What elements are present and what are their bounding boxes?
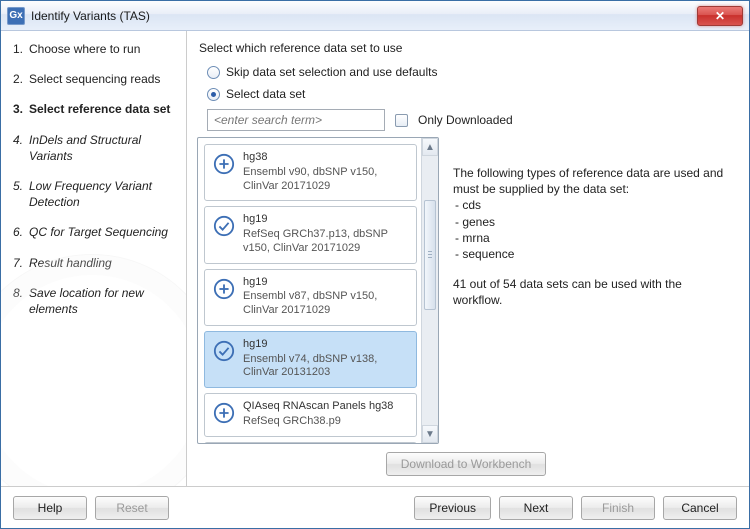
dataset-item[interactable]: hg19RefSeq GRCh37.p13, dbSNP v150, ClinV… bbox=[204, 206, 417, 263]
step-label: Result handling bbox=[29, 255, 112, 271]
wizard-step-4[interactable]: 4.InDels and Structural Variants bbox=[13, 132, 176, 164]
step-number: 1. bbox=[13, 41, 29, 57]
info-type: - mrna bbox=[455, 230, 729, 246]
plus-circle-icon bbox=[213, 153, 235, 175]
content-split: hg38Ensembl v90, dbSNP v150, ClinVar 201… bbox=[197, 137, 735, 444]
step-number: 5. bbox=[13, 178, 29, 210]
info-intro: The following types of reference data ar… bbox=[453, 165, 729, 197]
step-label: QC for Target Sequencing bbox=[29, 224, 168, 240]
dataset-name: hg19 bbox=[243, 213, 408, 227]
footer: Help Reset Previous Next Finish Cancel bbox=[1, 486, 749, 528]
dataset-list: hg38Ensembl v90, dbSNP v150, ClinVar 201… bbox=[197, 137, 439, 444]
step-label: Select sequencing reads bbox=[29, 71, 160, 87]
step-number: 4. bbox=[13, 132, 29, 164]
dataset-name: hg38 bbox=[243, 151, 408, 165]
dataset-item[interactable]: hg38Ensembl v90, dbSNP v150, ClinVar 201… bbox=[204, 144, 417, 201]
info-type: - genes bbox=[455, 214, 729, 230]
info-type: - cds bbox=[455, 197, 729, 213]
search-placeholder: <enter search term> bbox=[214, 113, 322, 127]
step-number: 8. bbox=[13, 285, 29, 317]
dialog-window: Gx Identify Variants (TAS) ✕ 1.Choose wh… bbox=[0, 0, 750, 529]
panel-heading: Select which reference data set to use bbox=[199, 41, 735, 55]
app-icon: Gx bbox=[7, 7, 25, 25]
plus-circle-icon bbox=[213, 278, 235, 300]
previous-button[interactable]: Previous bbox=[414, 496, 491, 520]
step-label: Low Frequency Variant Detection bbox=[29, 178, 176, 210]
finish-button[interactable]: Finish bbox=[581, 496, 655, 520]
wizard-step-3[interactable]: 3.Select reference data set bbox=[13, 101, 176, 117]
check-circle-icon bbox=[213, 340, 235, 362]
step-label: Select reference data set bbox=[29, 101, 170, 117]
scroll-up-icon[interactable]: ▲ bbox=[422, 138, 438, 156]
close-button[interactable]: ✕ bbox=[697, 6, 743, 26]
wizard-step-6[interactable]: 6.QC for Target Sequencing bbox=[13, 224, 176, 240]
dataset-item[interactable]: hg19Ensembl v87, dbSNP v150, ClinVar 201… bbox=[204, 269, 417, 326]
dataset-item[interactable]: QIAseq RNAscan Panels hg38RefSeq GRCh38.… bbox=[204, 393, 417, 437]
dialog-body: 1.Choose where to run 2.Select sequencin… bbox=[1, 31, 749, 486]
titlebar[interactable]: Gx Identify Variants (TAS) ✕ bbox=[1, 1, 749, 31]
wizard-step-2[interactable]: 2.Select sequencing reads bbox=[13, 71, 176, 87]
dataset-name: hg19 bbox=[243, 276, 408, 290]
reset-button[interactable]: Reset bbox=[95, 496, 169, 520]
search-input[interactable]: <enter search term> bbox=[207, 109, 385, 131]
radio-icon bbox=[207, 66, 220, 79]
next-button[interactable]: Next bbox=[499, 496, 573, 520]
step-number: 2. bbox=[13, 71, 29, 87]
dataset-desc: RefSeq GRCh37.p13, dbSNP v150, ClinVar 2… bbox=[243, 228, 408, 256]
dataset-desc: Ensembl v90, dbSNP v150, ClinVar 2017102… bbox=[243, 166, 408, 194]
dataset-name: hg19 bbox=[243, 338, 408, 352]
step-label: Save location for new elements bbox=[29, 285, 176, 317]
radio-label: Skip data set selection and use defaults bbox=[226, 65, 437, 79]
dataset-desc: Ensembl v87, dbSNP v150, ClinVar 2017102… bbox=[243, 290, 408, 318]
info-type: - sequence bbox=[455, 246, 729, 262]
scroll-thumb[interactable] bbox=[424, 200, 436, 310]
radio-select-dataset[interactable]: Select data set bbox=[207, 87, 735, 101]
close-icon: ✕ bbox=[715, 9, 725, 23]
main-panel: Select which reference data set to use S… bbox=[187, 31, 749, 486]
dataset-item[interactable]: hg19Ensembl v74, dbSNP v138, ClinVar 201… bbox=[204, 331, 417, 388]
search-row: <enter search term> Only Downloaded bbox=[207, 109, 735, 131]
step-label: Choose where to run bbox=[29, 41, 140, 57]
dataset-desc: RefSeq GRCh38.p9 bbox=[243, 415, 408, 429]
info-summary: 41 out of 54 data sets can be used with … bbox=[453, 276, 729, 308]
cancel-button[interactable]: Cancel bbox=[663, 496, 737, 520]
dataset-list-body[interactable]: hg38Ensembl v90, dbSNP v150, ClinVar 201… bbox=[198, 138, 421, 443]
help-button[interactable]: Help bbox=[13, 496, 87, 520]
download-row: Download to Workbench bbox=[197, 444, 735, 480]
info-panel: The following types of reference data ar… bbox=[445, 137, 735, 444]
wizard-steps: 1.Choose where to run 2.Select sequencin… bbox=[1, 31, 187, 486]
only-downloaded-checkbox[interactable] bbox=[395, 114, 408, 127]
wizard-step-7[interactable]: 7.Result handling bbox=[13, 255, 176, 271]
wizard-step-8[interactable]: 8.Save location for new elements bbox=[13, 285, 176, 317]
step-number: 7. bbox=[13, 255, 29, 271]
plus-circle-icon bbox=[213, 402, 235, 424]
dataset-item[interactable]: QIAseq DNA Panels hg19Ensembl v74 bbox=[204, 442, 417, 444]
only-downloaded-label: Only Downloaded bbox=[418, 113, 513, 127]
wizard-step-1[interactable]: 1.Choose where to run bbox=[13, 41, 176, 57]
scroll-down-icon[interactable]: ▼ bbox=[422, 425, 438, 443]
radio-icon bbox=[207, 88, 220, 101]
wizard-step-5[interactable]: 5.Low Frequency Variant Detection bbox=[13, 178, 176, 210]
step-number: 3. bbox=[13, 101, 29, 117]
check-circle-icon bbox=[213, 215, 235, 237]
radio-dot-icon bbox=[211, 92, 216, 97]
step-label: InDels and Structural Variants bbox=[29, 132, 176, 164]
radio-label: Select data set bbox=[226, 87, 305, 101]
step-number: 6. bbox=[13, 224, 29, 240]
scrollbar[interactable]: ▲ ▼ bbox=[421, 138, 438, 443]
dataset-name: QIAseq RNAscan Panels hg38 bbox=[243, 400, 408, 414]
window-title: Identify Variants (TAS) bbox=[31, 9, 697, 23]
radio-skip-defaults[interactable]: Skip data set selection and use defaults bbox=[207, 65, 735, 79]
download-button[interactable]: Download to Workbench bbox=[386, 452, 547, 476]
dataset-desc: Ensembl v74, dbSNP v138, ClinVar 2013120… bbox=[243, 353, 408, 381]
